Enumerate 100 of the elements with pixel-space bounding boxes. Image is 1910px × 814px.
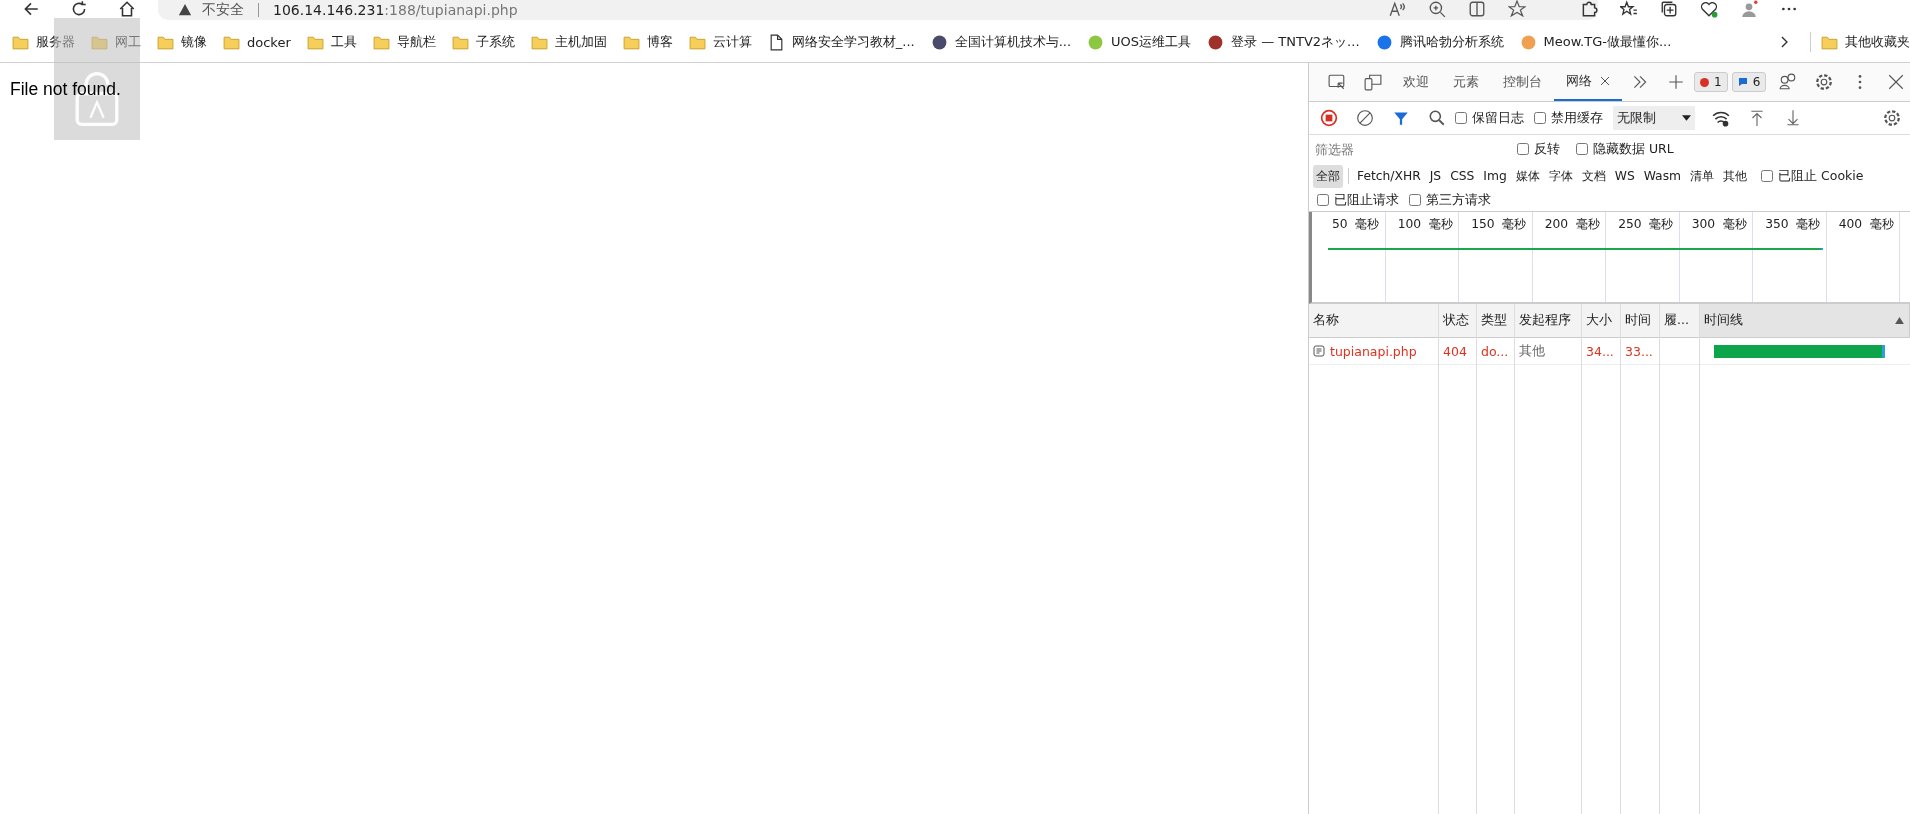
table-cell: 404 — [1443, 343, 1467, 359]
site-icon — [1087, 33, 1105, 51]
bookmark[interactable]: 主机加固 — [530, 33, 607, 51]
people-icon[interactable] — [1779, 73, 1798, 91]
bookmark[interactable]: 登录 — TNTV2ネッ... — [1207, 33, 1360, 51]
checkbox[interactable] — [1534, 112, 1546, 124]
column-header[interactable]: 类型 — [1477, 304, 1515, 337]
record-icon[interactable] — [1320, 109, 1338, 127]
column-header[interactable]: 名称 — [1309, 304, 1439, 337]
profile-icon[interactable] — [1740, 0, 1758, 18]
checkbox[interactable] — [1409, 194, 1421, 206]
search-icon[interactable] — [1428, 109, 1446, 127]
type-filter[interactable]: Fetch/XHR — [1354, 166, 1424, 186]
url-path: :188/tupianapi.php — [384, 2, 518, 18]
type-filter[interactable]: JS — [1426, 166, 1445, 186]
split-screen-icon[interactable] — [1468, 0, 1486, 18]
device-icon[interactable] — [1364, 73, 1382, 91]
url-host: 106.14.146.231 — [273, 2, 385, 18]
close-icon[interactable] — [1887, 73, 1906, 91]
bookmark[interactable]: docker — [223, 33, 291, 51]
star-icon[interactable] — [1508, 0, 1526, 18]
clear-icon[interactable] — [1356, 109, 1374, 127]
checkbox[interactable] — [1455, 112, 1467, 124]
error-badge[interactable]: 1 — [1694, 72, 1728, 92]
checkbox-label: 第三方请求 — [1426, 191, 1491, 209]
column-header[interactable]: 时间线 — [1700, 304, 1910, 337]
filter-icon[interactable] — [1392, 109, 1410, 127]
bookmark[interactable]: 其他收藏夹 — [1821, 33, 1910, 51]
type-filter[interactable]: 清单 — [1687, 164, 1718, 188]
bookmark[interactable]: UOS运维工具 — [1087, 33, 1192, 51]
table-cell: 34... — [1586, 343, 1614, 359]
dropdown-caret-icon — [1682, 115, 1691, 121]
upload-icon[interactable] — [1748, 109, 1766, 127]
site-icon — [1519, 33, 1537, 51]
time-tick: 300 毫秒 — [1691, 216, 1747, 233]
table-cell: 33... — [1625, 343, 1653, 359]
time-tick: 50 毫秒 — [1332, 216, 1380, 233]
collections-icon[interactable] — [1660, 0, 1678, 18]
bookmark[interactable]: 全国计算机技术与... — [930, 33, 1072, 51]
wifi-settings-icon[interactable] — [1712, 109, 1730, 127]
settings-icon[interactable] — [1815, 73, 1834, 91]
settings-icon[interactable] — [1883, 109, 1901, 127]
devtools-tab[interactable]: 欢迎 — [1391, 63, 1441, 101]
zoom-icon[interactable] — [1428, 0, 1446, 18]
reload-icon[interactable] — [70, 0, 88, 18]
heart-icon[interactable] — [1700, 0, 1718, 18]
column-header[interactable]: 发起程序 — [1515, 304, 1582, 337]
devtools-tab[interactable]: 元素 — [1441, 63, 1491, 101]
bookmark[interactable]: 云计算 — [688, 33, 752, 51]
type-filter[interactable]: 媒体 — [1512, 164, 1543, 188]
sort-ascending-icon — [1895, 317, 1904, 324]
address-bar[interactable]: 不安全 106.14.146.231:188/tupianapi.php — [158, 0, 1598, 20]
bookmark[interactable]: 子系统 — [451, 33, 515, 51]
checkbox[interactable] — [1517, 143, 1529, 155]
home-icon[interactable] — [118, 0, 136, 18]
site-icon — [1375, 33, 1393, 51]
inspect-icon[interactable] — [1328, 73, 1346, 91]
type-filter[interactable]: 全部 — [1313, 164, 1343, 188]
back-icon[interactable] — [22, 0, 40, 18]
bookmark[interactable]: 导航栏 — [372, 33, 436, 51]
bookmark[interactable]: 腾讯哈勃分析系统 — [1375, 33, 1504, 51]
type-filter[interactable]: Img — [1480, 166, 1510, 186]
site-icon — [1207, 33, 1225, 51]
checkbox[interactable] — [1761, 170, 1774, 182]
read-aloud-icon[interactable] — [1388, 0, 1406, 18]
bookmark[interactable]: 网络安全学习教材_... — [767, 33, 915, 51]
type-filter[interactable]: 文档 — [1578, 164, 1609, 188]
puzzle-icon[interactable] — [1580, 0, 1598, 18]
favorites-icon[interactable] — [1620, 0, 1638, 18]
table-cell: tupianapi.php — [1330, 343, 1417, 359]
bookmark[interactable]: Meow.TG-做最懂你... — [1519, 33, 1672, 51]
column-header[interactable]: 时间 — [1621, 304, 1660, 337]
type-filter[interactable]: 其他 — [1720, 164, 1751, 188]
message-badge[interactable]: 6 — [1731, 72, 1767, 92]
checkbox-label: 反转 — [1534, 140, 1560, 158]
type-filter[interactable]: 字体 — [1545, 164, 1576, 188]
bookmark[interactable]: 镜像 — [157, 33, 207, 51]
bookmark[interactable]: 工具 — [306, 33, 357, 51]
bookmark[interactable]: 博客 — [622, 33, 673, 51]
column-header[interactable]: 状态 — [1439, 304, 1477, 337]
add-icon[interactable] — [1667, 73, 1685, 91]
checkbox[interactable] — [1317, 194, 1329, 206]
more-tabs-icon[interactable] — [1631, 73, 1649, 91]
checkbox-label: 隐藏数据 URL — [1593, 140, 1674, 158]
devtools-tab[interactable]: 控制台 — [1491, 63, 1554, 101]
type-filter[interactable]: CSS — [1447, 166, 1478, 186]
column-header[interactable]: 大小 — [1582, 304, 1621, 337]
time-tick: 400 毫秒 — [1838, 216, 1894, 233]
checkbox[interactable] — [1576, 143, 1588, 155]
site-icon — [930, 33, 948, 51]
checkbox-label: 已阻止请求 — [1334, 191, 1399, 209]
type-filter[interactable]: Wasm — [1640, 166, 1685, 186]
devtools-tab[interactable]: 网络 — [1554, 63, 1622, 101]
table-cell: 其他 — [1519, 342, 1545, 360]
time-tick: 150 毫秒 — [1471, 216, 1527, 233]
type-filter[interactable]: WS — [1611, 166, 1638, 186]
download-icon[interactable] — [1784, 109, 1802, 127]
time-tick: 250 毫秒 — [1618, 216, 1674, 233]
throttle-dropdown[interactable]: 无限制 — [1613, 106, 1695, 130]
close-icon[interactable] — [1600, 76, 1610, 86]
